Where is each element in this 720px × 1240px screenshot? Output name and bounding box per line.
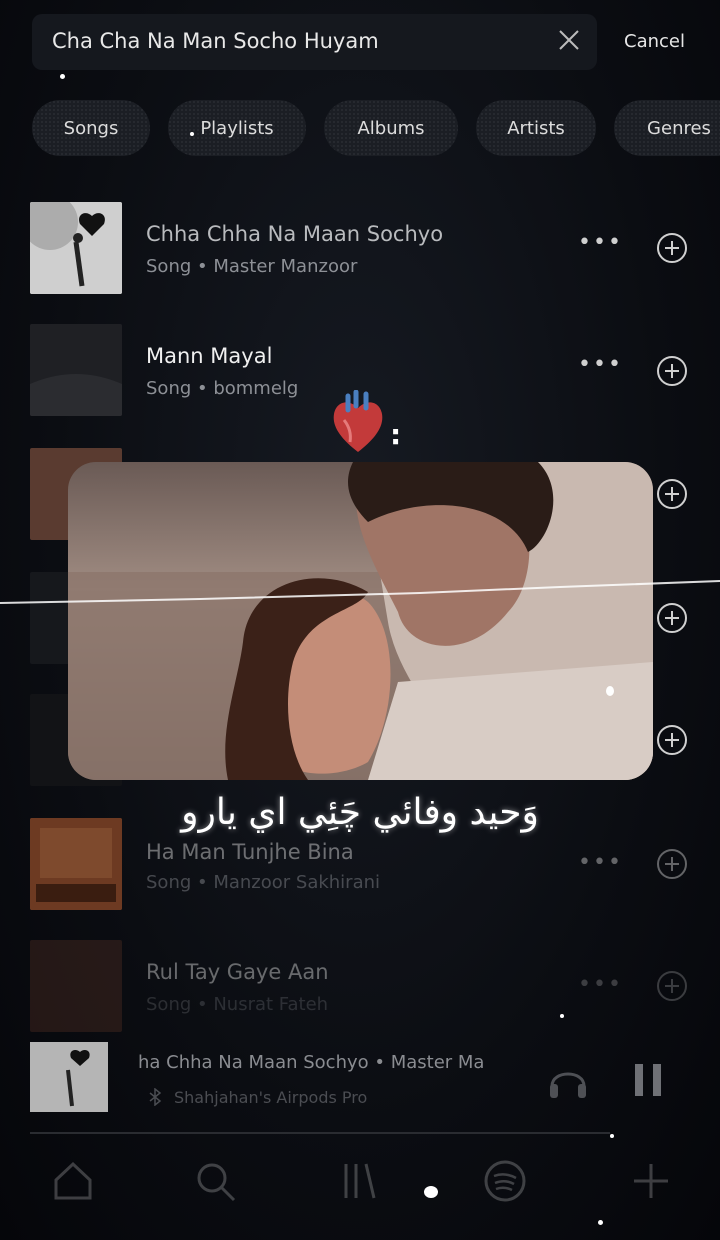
close-icon[interactable]	[555, 26, 583, 54]
home-icon[interactable]	[50, 1158, 96, 1204]
add-icon[interactable]	[656, 724, 688, 756]
add-icon[interactable]	[656, 848, 688, 880]
chip-albums[interactable]: Albums	[324, 100, 458, 156]
song-subtitle: Song • Manzoor Sakhirani	[146, 872, 381, 893]
list-item[interactable]: Chha Chha Na Maan Sochyo Song • Master M…	[0, 200, 720, 300]
chip-label: Genres	[647, 117, 711, 139]
chip-songs[interactable]: Songs	[32, 100, 150, 156]
sparkle	[190, 132, 194, 136]
chip-label: Albums	[357, 117, 425, 139]
chip-label: Songs	[63, 117, 119, 139]
cancel-button[interactable]: Cancel	[624, 31, 685, 52]
now-playing-title[interactable]: ha Chha Na Maan Sochyo • Master Ma	[138, 1052, 484, 1073]
heart-anatomical-icon	[333, 390, 383, 452]
sparkle	[610, 1134, 614, 1138]
song-title: Ha Man Tunjhe Bina	[146, 840, 354, 864]
colon-mark: :	[390, 418, 402, 451]
list-item[interactable]: Rul Tay Gaye Aan Song • Nusrat Fateh •••	[0, 938, 720, 1038]
scan-line	[0, 580, 720, 604]
search-input[interactable]: Cha Cha Na Man Socho Huyam	[52, 29, 379, 53]
album-art	[30, 202, 122, 294]
more-icon[interactable]: •••	[578, 972, 623, 997]
chip-playlists[interactable]: Playlists	[168, 100, 306, 156]
song-subtitle: Song • bommelg	[146, 378, 299, 399]
chip-genres[interactable]: Genres	[614, 100, 720, 156]
add-icon[interactable]	[656, 355, 688, 387]
album-art	[30, 940, 122, 1032]
now-playing-art[interactable]	[30, 1042, 108, 1112]
song-title: Rul Tay Gaye Aan	[146, 960, 329, 984]
add-icon[interactable]	[656, 232, 688, 264]
playback-progress[interactable]	[30, 1132, 610, 1134]
plus-icon[interactable]	[628, 1158, 674, 1204]
library-icon[interactable]	[338, 1158, 384, 1204]
couple-photo	[68, 462, 653, 780]
pause-icon[interactable]	[632, 1060, 664, 1100]
sparkle	[560, 1014, 564, 1018]
album-art	[30, 818, 122, 910]
overlay-caption: وَحيد وفائي چَئِي اي يارو	[181, 792, 539, 833]
sparkle	[424, 1186, 438, 1198]
more-icon[interactable]: •••	[578, 230, 623, 255]
headphones-icon[interactable]	[546, 1058, 590, 1102]
spotify-icon[interactable]	[482, 1158, 528, 1204]
sparkle	[598, 1220, 603, 1225]
chip-label: Artists	[507, 117, 565, 139]
now-playing-device: Shahjahan's Airpods Pro	[174, 1088, 368, 1107]
add-icon[interactable]	[656, 970, 688, 1002]
song-title: Mann Mayal	[146, 344, 273, 368]
sparkle	[606, 686, 614, 696]
song-subtitle: Song • Master Manzoor	[146, 256, 358, 277]
more-icon[interactable]: •••	[578, 850, 623, 875]
bluetooth-icon	[149, 1088, 162, 1106]
more-icon[interactable]: •••	[578, 352, 623, 377]
chip-label: Playlists	[200, 117, 274, 139]
sparkle	[60, 74, 65, 79]
add-icon[interactable]	[656, 478, 688, 510]
song-subtitle: Song • Nusrat Fateh	[146, 994, 329, 1015]
song-title: Chha Chha Na Maan Sochyo	[146, 222, 444, 246]
search-bar[interactable]: Cha Cha Na Man Socho Huyam	[32, 14, 597, 70]
search-icon[interactable]	[192, 1158, 238, 1204]
chip-artists[interactable]: Artists	[476, 100, 596, 156]
album-art	[30, 324, 122, 416]
